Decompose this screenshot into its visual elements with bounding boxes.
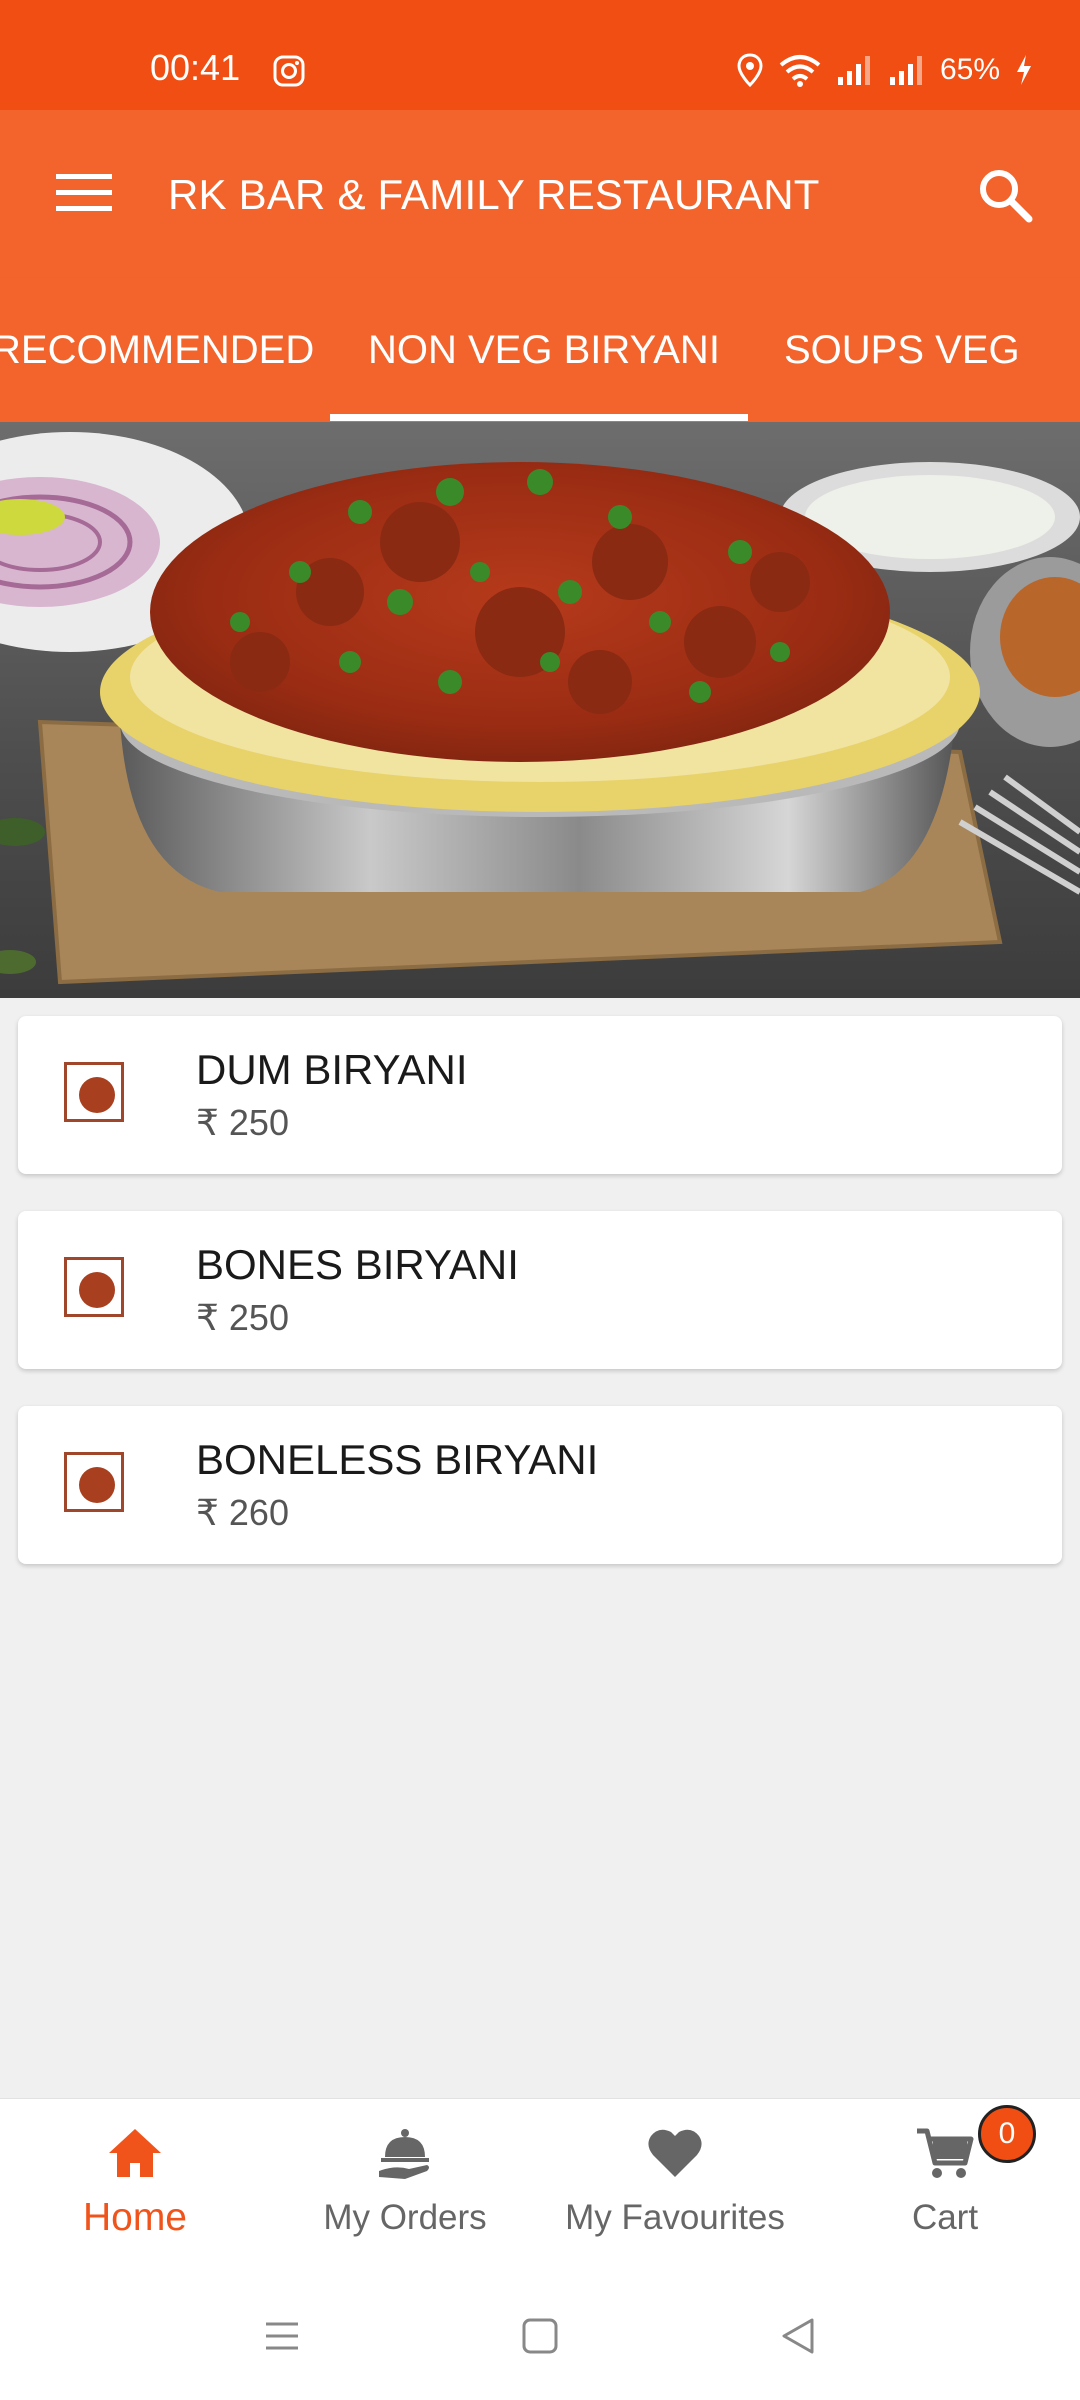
recent-apps-icon[interactable] (258, 2312, 306, 2360)
tab-soups-veg[interactable]: SOUPS VEG (784, 326, 1020, 374)
battery-level: 65% (939, 53, 1000, 86)
item-price: ₹ 250 (196, 1297, 289, 1338)
item-price: ₹ 260 (196, 1492, 289, 1533)
cart-count-badge: 0 (978, 2105, 1036, 2163)
cart-icon (917, 2128, 974, 2178)
non-veg-icon (64, 1062, 124, 1122)
tab-recommended[interactable]: RECOMMENDED (0, 326, 314, 374)
menu-item-card[interactable]: BONES BIRYANI ₹ 250 (18, 1211, 1062, 1369)
signal-icon (889, 56, 922, 85)
system-navigation-bar (0, 2268, 1080, 2400)
nav-cart[interactable]: 0 Cart (810, 2099, 1080, 2269)
app-bar: RK BAR & FAMILY RESTAURANT (0, 110, 1080, 278)
category-tabs: RECOMMENDED NON VEG BIRYANI SOUPS VEG (0, 278, 1080, 422)
menu-item-card[interactable]: BONELESS BIRYANI ₹ 260 (18, 1406, 1062, 1564)
item-name: BONELESS BIRYANI (196, 1436, 599, 1483)
menu-item-card[interactable]: DUM BIRYANI ₹ 250 (18, 1016, 1062, 1174)
item-price: ₹ 250 (196, 1102, 289, 1143)
home-button-icon[interactable] (516, 2312, 564, 2360)
bottom-navigation: Home My Orders My Favourites 0 Cart (0, 2098, 1080, 2269)
tab-selected-indicator (330, 414, 748, 421)
search-icon[interactable] (975, 165, 1035, 225)
item-name: DUM BIRYANI (196, 1046, 468, 1093)
charging-icon (1017, 55, 1031, 85)
nav-home-label: Home (82, 2196, 188, 2239)
item-name: BONES BIRYANI (196, 1241, 519, 1288)
back-icon[interactable] (774, 2312, 822, 2360)
hamburger-menu-icon[interactable] (50, 168, 118, 218)
tab-non-veg-biryani[interactable]: NON VEG BIRYANI (368, 326, 720, 374)
serving-dish-icon (379, 2129, 429, 2179)
instagram-icon (273, 55, 305, 87)
nav-my-orders[interactable]: My Orders (270, 2099, 540, 2269)
status-icons: 65% (736, 50, 1034, 90)
nav-my-favourites-label: My Favourites (565, 2198, 785, 2237)
nav-cart-label: Cart (911, 2198, 979, 2237)
home-icon (109, 2129, 161, 2177)
nav-home[interactable]: Home (0, 2099, 270, 2269)
nav-my-favourites[interactable]: My Favourites (540, 2099, 810, 2269)
status-time: 00:41 (150, 47, 241, 88)
category-banner-image (0, 422, 1080, 998)
non-veg-icon (64, 1257, 124, 1317)
status-bar: 00:41 65% (0, 0, 1080, 110)
restaurant-title: RK BAR & FAMILY RESTAURANT (168, 171, 820, 218)
nav-my-orders-label: My Orders (323, 2198, 487, 2237)
location-icon (737, 53, 763, 87)
non-veg-icon (64, 1452, 124, 1512)
heart-icon (648, 2129, 702, 2177)
wifi-icon (779, 55, 821, 87)
signal-icon (837, 56, 870, 85)
